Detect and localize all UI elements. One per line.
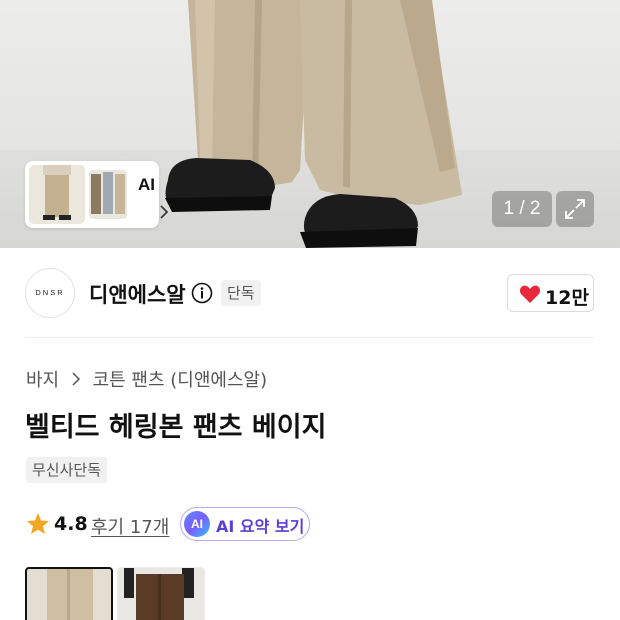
product-image-gallery[interactable]: AI 1 / 2 bbox=[0, 0, 620, 248]
thumbnail-image bbox=[89, 170, 127, 219]
breadcrumb-category[interactable]: 바지 bbox=[26, 370, 59, 391]
ai-summary-label: AI 요약 보기 bbox=[216, 517, 305, 536]
color-option-brown[interactable] bbox=[117, 567, 205, 620]
exclusive-badge: 단독 bbox=[221, 280, 261, 306]
ai-summary-button[interactable]: AI AI 요약 보기 bbox=[180, 507, 310, 541]
brand-logo[interactable]: DNSR bbox=[25, 268, 75, 318]
divider bbox=[25, 337, 594, 338]
breadcrumb-subcategory[interactable]: 코튼 팬츠 (디앤에스알) bbox=[93, 370, 268, 391]
heart-icon bbox=[519, 285, 541, 303]
color-option-beige[interactable] bbox=[25, 567, 113, 620]
like-count: 12만 bbox=[545, 287, 589, 309]
expand-button[interactable] bbox=[556, 191, 594, 227]
product-tag: 무신사단독 bbox=[26, 457, 108, 483]
reviews-link[interactable]: 후기 17개 bbox=[91, 513, 169, 539]
ai-label: AI bbox=[138, 175, 155, 194]
expand-icon bbox=[565, 199, 585, 219]
chevron-right-icon bbox=[72, 372, 80, 386]
product-title: 벨티드 헤링본 팬츠 베이지 bbox=[25, 412, 327, 443]
rating-value: 4.8 bbox=[54, 513, 88, 535]
image-counter: 1 / 2 bbox=[492, 191, 552, 227]
thumbnail-image bbox=[29, 165, 85, 224]
brand-name[interactable]: 디앤에스알 bbox=[89, 279, 186, 309]
like-button[interactable]: 12만 bbox=[507, 274, 594, 312]
ai-thumbnail-chip[interactable]: AI bbox=[25, 161, 169, 228]
star-icon bbox=[27, 513, 49, 534]
breadcrumb: 바지 코튼 팬츠 (디앤에스알) bbox=[26, 366, 267, 392]
ai-badge-icon: AI bbox=[184, 511, 210, 537]
info-icon[interactable] bbox=[191, 282, 213, 304]
chevron-right-icon bbox=[160, 205, 169, 219]
